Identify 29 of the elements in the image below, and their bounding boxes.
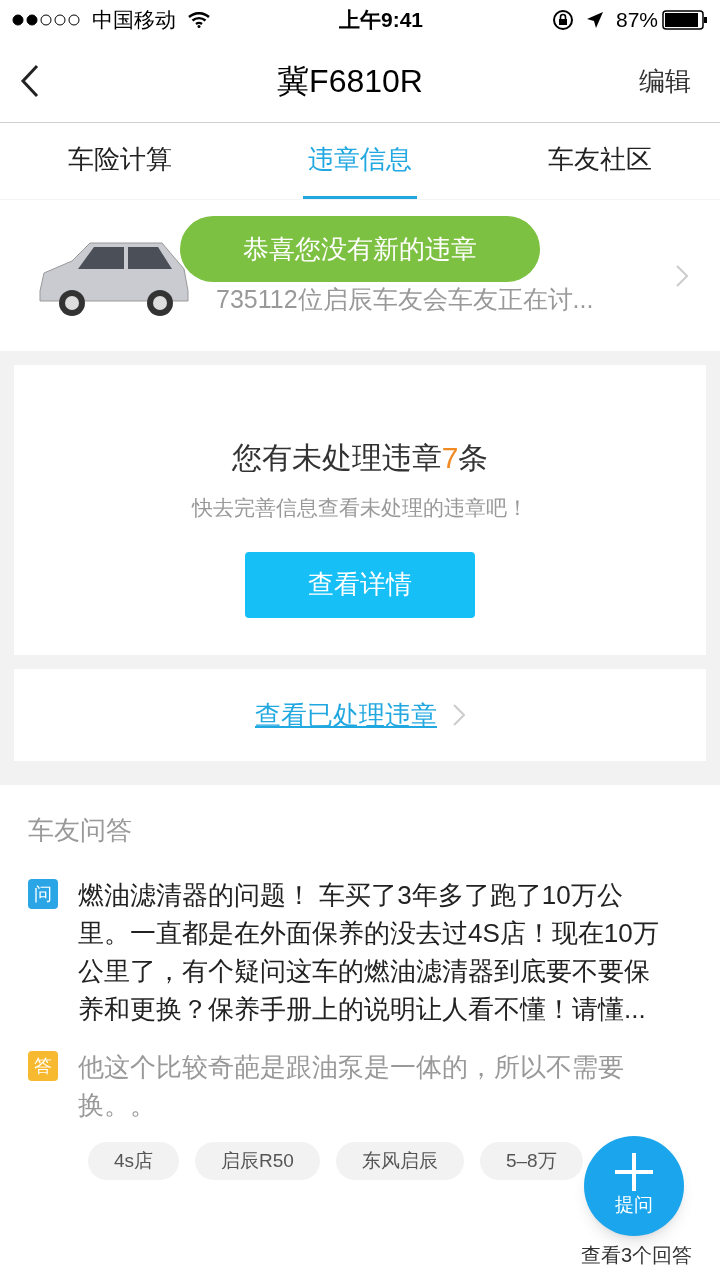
location-arrow-icon <box>585 11 604 29</box>
chevron-right-icon <box>453 704 465 726</box>
back-icon <box>20 64 40 98</box>
question-badge: 问 <box>28 879 58 909</box>
rotation-lock-icon <box>551 9 574 31</box>
violations-count-text: 您有未处理违章7条 <box>231 440 489 476</box>
wifi-icon <box>188 12 210 28</box>
question-text[interactable]: 燃油滤清器的问题！ 车买了3年多了跑了10万公里。一直都是在外面保养的没去过4S店！现在10万公里了，有个疑问这车的燃油滤清器到底要不要保养和更换？保养手册上的说明让人看不懂！请懂... <box>78 876 674 1028</box>
tab[interactable]: 车友社区 <box>543 123 657 199</box>
chevron-right-icon <box>676 264 688 287</box>
answer-badge: 答 <box>28 1051 58 1081</box>
violations-hint: 快去完善信息查看未处理的违章吧！ <box>192 495 528 521</box>
tag[interactable]: 5–8万 <box>479 1142 583 1180</box>
tab[interactable]: 车险计算 <box>63 123 177 199</box>
tag[interactable]: 4s店 <box>88 1142 180 1180</box>
plus-icon <box>615 1152 653 1191</box>
tag[interactable]: 启辰R50 <box>195 1142 320 1180</box>
edit-button[interactable]: 编辑 <box>630 61 700 101</box>
plate-number-title: 冀F6810R <box>277 62 423 101</box>
view-answers-link[interactable]: 查看3个回答 <box>580 1240 692 1270</box>
battery-icon <box>662 10 708 30</box>
carrier-name: 中国移动 <box>92 7 176 34</box>
success-toast: 恭喜您没有新的违章 <box>180 216 540 282</box>
tag[interactable]: 东风启辰 <box>335 1142 464 1180</box>
answer-text: 他这个比较奇葩是跟油泵是一体的，所以不需要换。。 <box>78 1051 625 1122</box>
status-time: 上午9:41 <box>338 7 423 34</box>
battery-percent: 87% <box>615 7 658 34</box>
car-community-text: 735112位启辰车友会车友正在讨... <box>216 283 595 315</box>
section-heading: 车友问答 <box>28 814 133 847</box>
